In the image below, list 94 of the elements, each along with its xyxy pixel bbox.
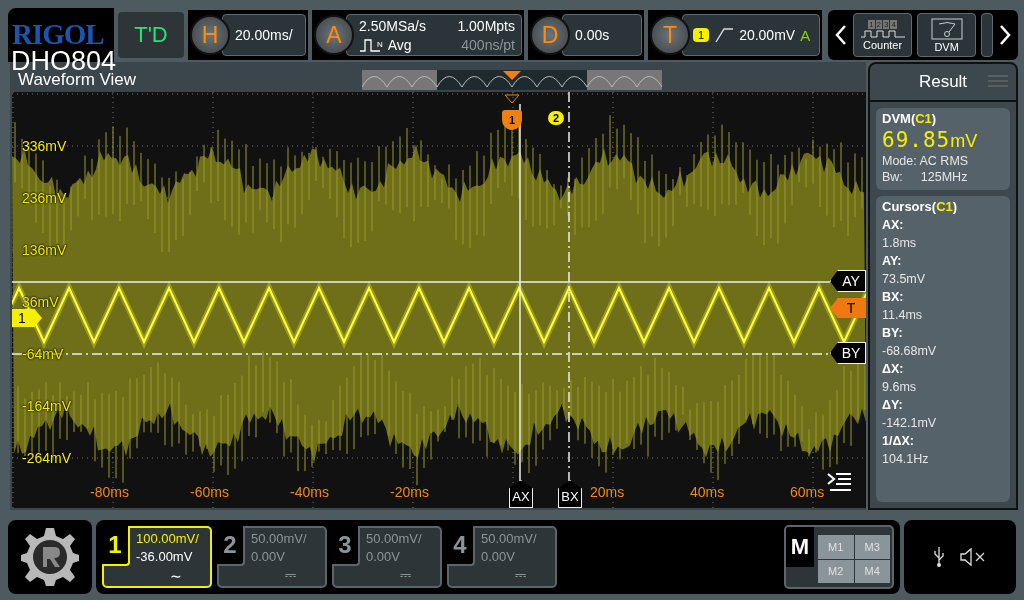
horizontal-scale[interactable]: 20.00ms/ xyxy=(222,14,306,56)
trigger-status[interactable]: T'D xyxy=(118,12,184,58)
axis-label: 236mV xyxy=(22,190,67,206)
menu-icon[interactable] xyxy=(826,470,852,494)
chevron-right-icon[interactable] xyxy=(998,24,1012,46)
resolution: 400ns/pt xyxy=(461,36,515,53)
counter-digit: 1 xyxy=(868,19,875,29)
channel-offset: 0.00V xyxy=(481,549,516,564)
axis-label: 20ms xyxy=(590,484,625,500)
coupling-symbol: ⎓ xyxy=(515,567,526,584)
acquire-panel[interactable]: 2.50MSa/s N Avg 1.00Mpts 400ns/pt xyxy=(346,14,522,56)
axis-label: -64mV xyxy=(22,346,64,362)
channel-scale: 100.00mV/ xyxy=(136,531,199,546)
channel-card[interactable]: 4 50.00mV/ 0.00V ⎓ xyxy=(447,526,557,588)
measurement-value: -68.68mV xyxy=(882,344,938,358)
measurement-value: 1.8ms xyxy=(882,236,918,250)
card-title: DVM(C1) xyxy=(882,111,938,126)
channel-offset: -36.00mV xyxy=(136,549,194,564)
pulse-icon xyxy=(359,37,381,52)
channel-scale: 50.00mV/ xyxy=(481,531,537,546)
counter-digit: 4 xyxy=(890,19,897,29)
coupling-symbol: ⎓ xyxy=(400,567,411,584)
cursor-tag[interactable]: AY xyxy=(830,270,866,292)
channel-number: 2 xyxy=(217,526,245,566)
pulse-train-icon xyxy=(860,29,905,38)
bandwidth-value: 125MHz xyxy=(920,170,968,184)
axis-label: -60ms xyxy=(190,484,229,500)
trigger-level-marker[interactable]: T xyxy=(830,298,866,318)
acquire-mode: Avg xyxy=(387,36,412,53)
channel-offset: 0.00V xyxy=(251,549,286,564)
bandwidth-label: Bw: xyxy=(882,170,903,184)
axis-label: -40ms xyxy=(290,484,329,500)
measurement-label: AX: xyxy=(882,218,905,232)
delay-value[interactable]: 0.00s xyxy=(562,14,642,56)
channel-card[interactable]: 1 100.00mV/ -36.00mV ∼ xyxy=(102,526,212,588)
brand-logo: RIGOL xyxy=(12,18,104,51)
axis-label: 136mV xyxy=(22,242,67,258)
gear-icon[interactable] xyxy=(19,526,81,588)
channel-offset: 0.00V xyxy=(366,549,401,564)
measurement-value: 73.5mV xyxy=(882,272,927,286)
panel-title: Result xyxy=(918,72,968,92)
dvm-mode: Mode: AC RMS xyxy=(882,154,970,168)
coupling-symbol: ∼ xyxy=(170,568,182,584)
axis-label: -164mV xyxy=(22,398,72,414)
measurement-label: ΔX: xyxy=(882,362,905,376)
measurement-label: 1/ΔX: xyxy=(882,434,915,448)
chevron-left-icon[interactable] xyxy=(834,24,848,46)
axis-label: -80ms xyxy=(90,484,129,500)
channel-number: 3 xyxy=(332,526,360,566)
axis-label: -264mV xyxy=(22,450,72,466)
measurement-label: ΔY: xyxy=(882,398,904,412)
measurement-value: -142.1mV xyxy=(882,416,938,430)
channel-scale: 50.00mV/ xyxy=(251,531,307,546)
channel-number: 4 xyxy=(447,526,475,566)
tool-tile[interactable] xyxy=(981,13,993,57)
trigger-position-icon xyxy=(504,94,520,104)
channel-scale: 50.00mV/ xyxy=(366,531,422,546)
measurement-label: BX: xyxy=(882,290,905,304)
axis-label: 60ms xyxy=(790,484,825,500)
trigger-level: 20.00mV xyxy=(739,27,796,43)
math-key[interactable]: M xyxy=(786,527,814,567)
channel-number: 1 xyxy=(102,526,130,566)
trigger-mode: A xyxy=(800,26,811,44)
meter-icon xyxy=(930,17,963,40)
measurement-label: AY: xyxy=(882,254,903,268)
channel-card[interactable]: 3 50.00mV/ 0.00V ⎓ xyxy=(332,526,442,588)
measurement-label: BY: xyxy=(882,326,904,340)
axis-label: 40ms xyxy=(690,484,725,500)
coupling-symbol: ⎓ xyxy=(285,567,296,584)
axis-label: -20ms xyxy=(390,484,429,500)
speaker-muted-icon[interactable] xyxy=(959,547,987,567)
dvm-reading: 69.85mV xyxy=(882,128,979,152)
axis-label: 336mV xyxy=(22,138,67,154)
trigger-source: 1 xyxy=(693,28,710,42)
position-marker[interactable]: 1 xyxy=(502,110,522,130)
channel-card[interactable]: 2 50.00mV/ 0.00V ⎓ xyxy=(217,526,327,588)
memory-overview[interactable] xyxy=(362,70,662,90)
trigger-panel[interactable]: 1 20.00mV A xyxy=(682,14,820,56)
counter-digit: 2 xyxy=(875,19,883,29)
sample-rate: 2.50MSa/s xyxy=(359,17,426,34)
usb-icon xyxy=(933,546,945,568)
card-title: Cursors(C1) xyxy=(882,199,959,214)
counter-digit: 3 xyxy=(883,19,890,29)
memory-depth: 1.00Mpts xyxy=(457,17,515,34)
counter-button[interactable]: 1 2 3 4 Counter xyxy=(853,13,913,57)
measurement-value: 104.1Hz xyxy=(882,452,930,466)
cursor-tag[interactable]: BY xyxy=(830,342,866,364)
channel-marker[interactable]: 1 xyxy=(12,309,42,327)
pulse-label: N xyxy=(377,40,383,49)
dvm-button[interactable]: DVM xyxy=(917,13,977,57)
rising-edge-icon xyxy=(714,27,735,43)
measurement-value: 9.6ms xyxy=(882,380,918,394)
measurement-value: 11.4ms xyxy=(882,308,924,322)
panel-title: Waveform View xyxy=(18,70,137,90)
